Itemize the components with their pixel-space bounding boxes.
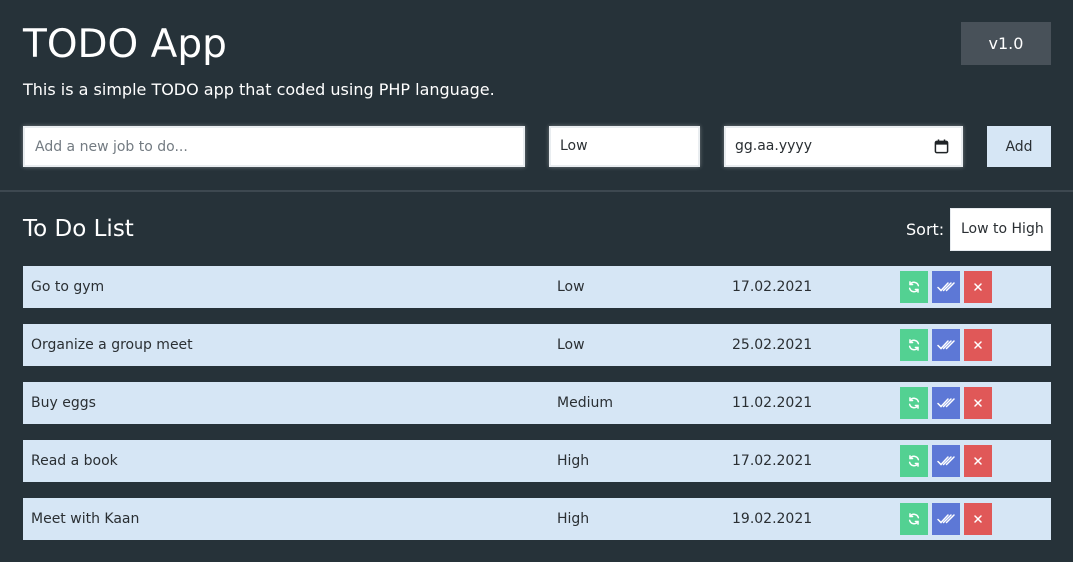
refresh-icon (908, 455, 920, 467)
todo-date: 17.02.2021 (732, 279, 813, 295)
sort-select[interactable]: Low to High (950, 208, 1051, 251)
job-input[interactable] (23, 126, 525, 167)
close-icon (974, 399, 982, 407)
mark-done-button[interactable] (932, 445, 960, 477)
double-check-icon (937, 514, 955, 524)
divider (0, 190, 1073, 192)
close-icon (974, 515, 982, 523)
todo-row: Meet with Kaan High 19.02.2021 (23, 498, 1051, 540)
todo-priority: Medium (557, 395, 613, 411)
delete-button[interactable] (964, 329, 992, 361)
calendar-icon[interactable] (934, 139, 949, 154)
todo-row: Go to gym Low 17.02.2021 (23, 266, 1051, 308)
todo-priority: Low (557, 337, 585, 353)
double-check-icon (937, 456, 955, 466)
mark-done-button[interactable] (932, 387, 960, 419)
todo-list: Go to gym Low 17.02.2021 Organize a grou… (23, 266, 1051, 556)
refresh-button[interactable] (900, 387, 928, 419)
todo-priority: High (557, 511, 590, 527)
add-todo-form: Low gg.aa.yyyy Add (23, 126, 1051, 167)
todo-date: 19.02.2021 (732, 511, 813, 527)
refresh-icon (908, 281, 920, 293)
refresh-button[interactable] (900, 271, 928, 303)
refresh-button[interactable] (900, 329, 928, 361)
add-button[interactable]: Add (987, 126, 1051, 167)
todo-task: Buy eggs (31, 395, 96, 411)
todo-date: 25.02.2021 (732, 337, 813, 353)
todo-date: 11.02.2021 (732, 395, 813, 411)
app-title: TODO App (23, 22, 227, 67)
todo-task: Meet with Kaan (31, 511, 140, 527)
delete-button[interactable] (964, 271, 992, 303)
delete-button[interactable] (964, 445, 992, 477)
todo-row: Organize a group meet Low 25.02.2021 (23, 324, 1051, 366)
version-badge: v1.0 (961, 22, 1051, 65)
todo-task: Read a book (31, 453, 118, 469)
todo-priority: Low (557, 279, 585, 295)
refresh-icon (908, 339, 920, 351)
date-input[interactable]: gg.aa.yyyy (724, 126, 963, 167)
sort-label: Sort: (906, 220, 945, 239)
todo-date: 17.02.2021 (732, 453, 813, 469)
delete-button[interactable] (964, 503, 992, 535)
todo-row: Read a book High 17.02.2021 (23, 440, 1051, 482)
refresh-button[interactable] (900, 503, 928, 535)
mark-done-button[interactable] (932, 329, 960, 361)
refresh-icon (908, 513, 920, 525)
mark-done-button[interactable] (932, 503, 960, 535)
todo-row: Buy eggs Medium 11.02.2021 (23, 382, 1051, 424)
todo-task: Go to gym (31, 279, 105, 295)
double-check-icon (937, 340, 955, 350)
mark-done-button[interactable] (932, 271, 960, 303)
date-input-value: gg.aa.yyyy (735, 138, 812, 154)
sort-select-value: Low to High (961, 221, 1044, 237)
close-icon (974, 341, 982, 349)
close-icon (974, 283, 982, 291)
refresh-button[interactable] (900, 445, 928, 477)
todo-priority: High (557, 453, 590, 469)
delete-button[interactable] (964, 387, 992, 419)
todo-task: Organize a group meet (31, 337, 193, 353)
refresh-icon (908, 397, 920, 409)
priority-select[interactable]: Low (549, 126, 700, 167)
double-check-icon (937, 282, 955, 292)
double-check-icon (937, 398, 955, 408)
app-subtitle: This is a simple TODO app that coded usi… (23, 80, 495, 99)
list-title: To Do List (23, 216, 134, 242)
priority-select-value: Low (560, 138, 588, 154)
close-icon (974, 457, 982, 465)
